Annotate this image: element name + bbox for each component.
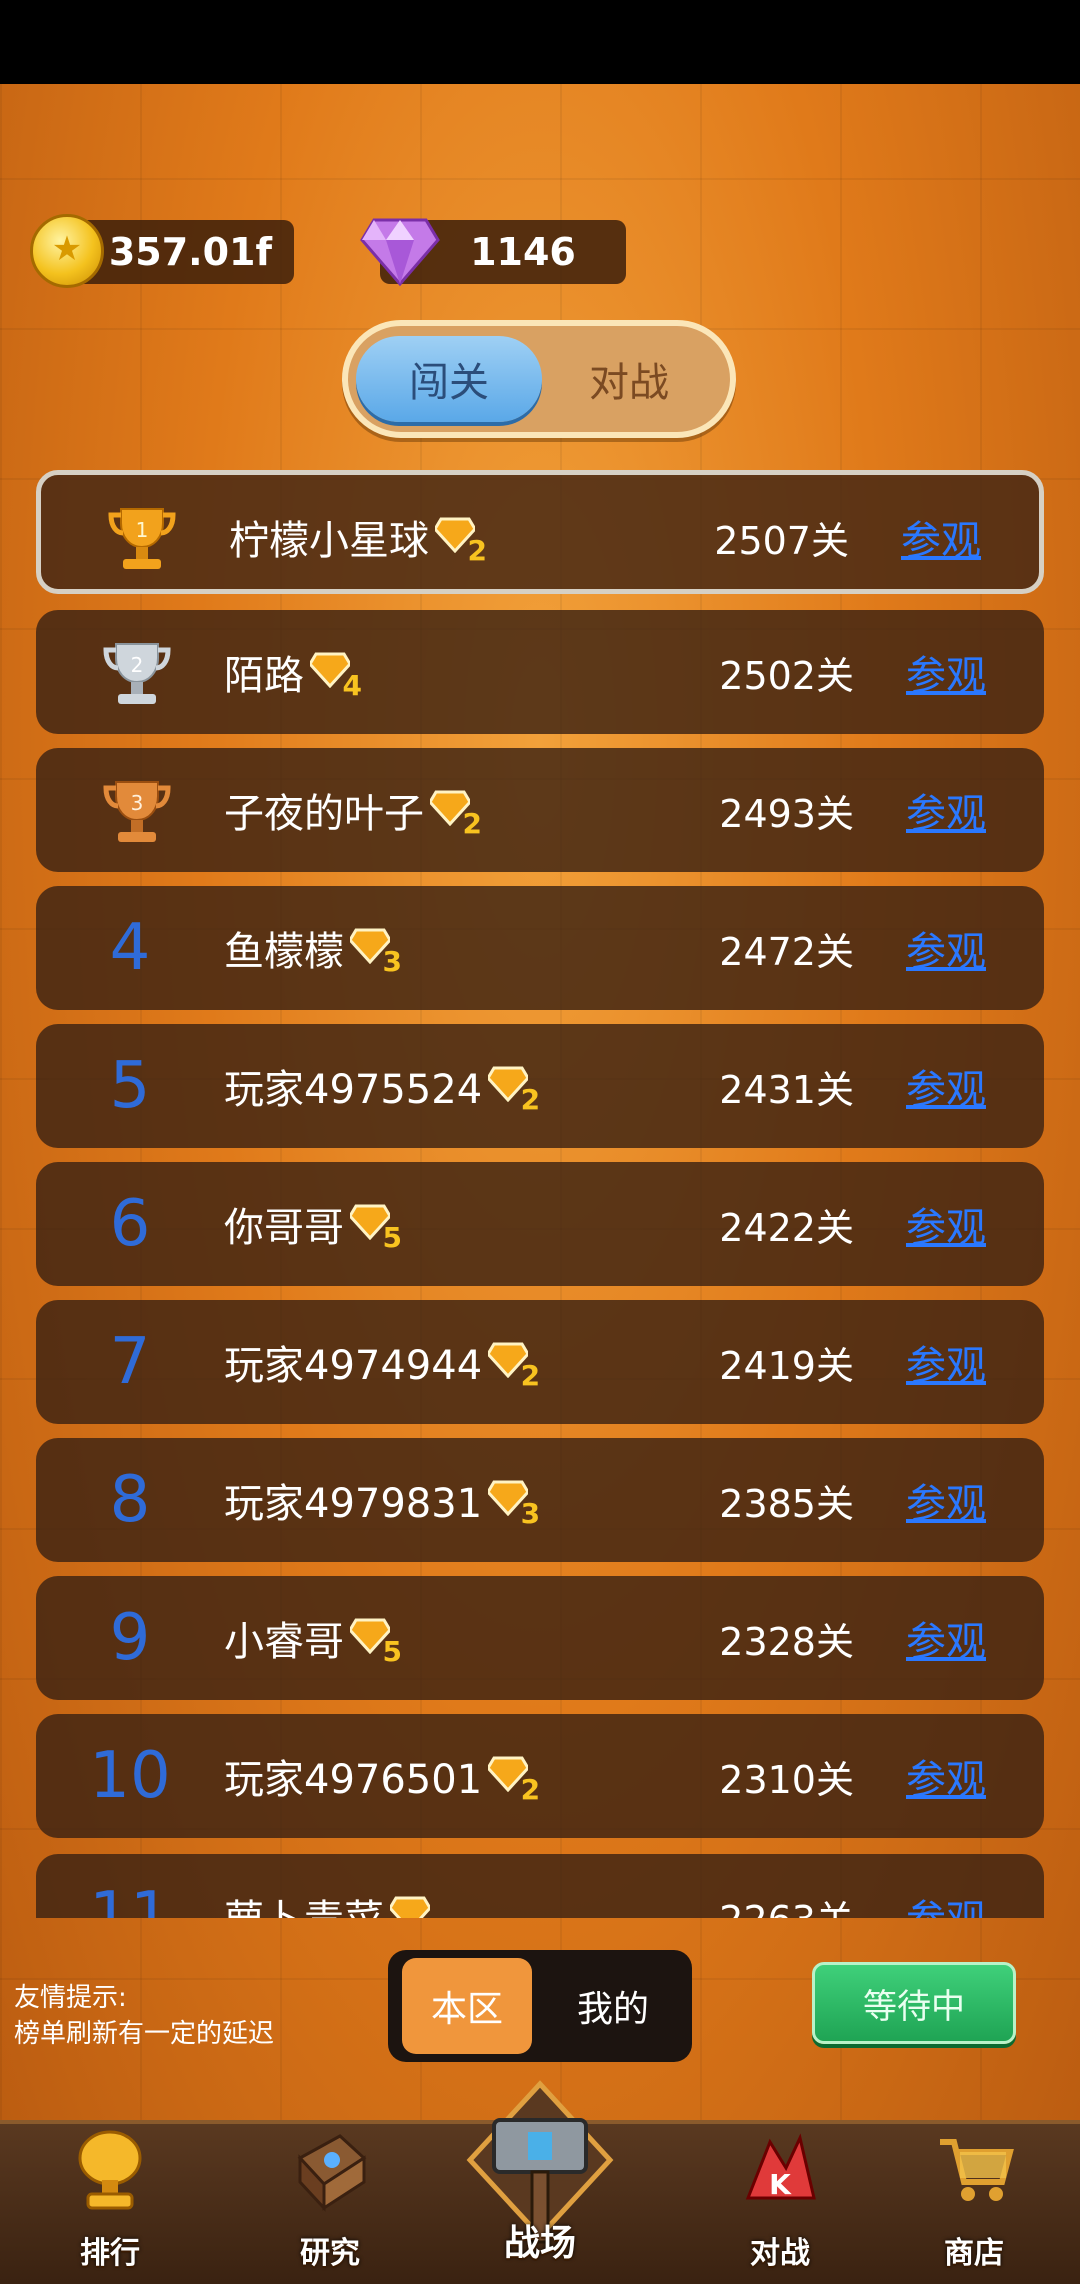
visit-link[interactable]: 参观 [906, 748, 986, 872]
vip-badge-icon: 2 [435, 513, 487, 567]
svg-text:K: K [769, 2168, 792, 2201]
level-count: 2431关 [719, 1067, 854, 1112]
visit-link[interactable]: 参观 [906, 1854, 986, 1918]
vip-badge-icon: 4 [310, 648, 362, 702]
vip-badge-icon: 3 [488, 1476, 540, 1530]
nav-rank[interactable]: 排行 [30, 2124, 190, 2284]
coin-icon [30, 214, 104, 288]
level-count: 2263关 [719, 1854, 854, 1919]
ranking-row: 7 玩家4974944 2 2419关 参观 [36, 1300, 1044, 1424]
player-name: 玩家4979831 3 [224, 1438, 540, 1562]
player-name: 小睿哥 5 [224, 1576, 402, 1700]
visit-link[interactable]: 参观 [906, 1438, 986, 1562]
rank-number: 9 [109, 1601, 151, 1675]
player-name: 萝卜青菜 2 [224, 1854, 442, 1918]
vip-badge-icon: 5 [350, 1200, 402, 1254]
ranking-row: 8 玩家4979831 3 2385关 参观 [36, 1438, 1044, 1562]
ranking-row: 2 陌路 4 2502关 参观 [36, 610, 1044, 734]
rank-number: 8 [109, 1463, 151, 1537]
level-count: 2493关 [719, 791, 854, 836]
rank-number: 5 [109, 1049, 151, 1123]
ranking-row: 6 你哥哥 5 2422关 参观 [36, 1162, 1044, 1286]
diamond-icon [360, 218, 440, 287]
level-count: 2507关 [714, 518, 849, 563]
visit-link[interactable]: 参观 [906, 1300, 986, 1424]
svg-text:3: 3 [131, 791, 144, 815]
cart-icon [940, 2139, 1014, 2201]
nav-battlefield[interactable]: 战场 [460, 2080, 620, 2280]
coin-amount: 357.01f [108, 230, 272, 274]
book-icon [297, 2134, 367, 2212]
player-name: 玩家4974944 2 [224, 1300, 540, 1424]
visit-link[interactable]: 参观 [906, 886, 986, 1010]
ranking-row: 9 小睿哥 5 2328关 参观 [36, 1576, 1044, 1700]
rank-number: 7 [109, 1325, 151, 1399]
vip-badge-icon: 2 [488, 1338, 540, 1392]
player-name: 柠檬小星球 2 [229, 475, 487, 599]
tab-battle[interactable]: 对战 [536, 336, 722, 422]
nav-shop[interactable]: 商店 [894, 2124, 1054, 2284]
pvp-icon: K [745, 2133, 816, 2201]
level-count: 2422关 [719, 1205, 854, 1250]
level-count: 2502关 [719, 653, 854, 698]
ranking-row: 10 玩家4976501 2 2310关 参观 [36, 1714, 1044, 1838]
bronze-trophy-icon: 3 [103, 781, 171, 842]
player-name: 陌路 4 [224, 610, 362, 734]
ranking-row: 3 子夜的叶子 2 2493关 参观 [36, 748, 1044, 872]
visit-link[interactable]: 参观 [906, 1162, 986, 1286]
silver-trophy-icon: 2 [103, 643, 171, 704]
visit-link[interactable]: 参观 [906, 1024, 986, 1148]
visit-link[interactable]: 参观 [901, 475, 981, 599]
level-count: 2310关 [719, 1757, 854, 1802]
tab-stages[interactable]: 闯关 [356, 336, 542, 422]
player-name: 你哥哥 5 [224, 1162, 402, 1286]
vip-badge-icon: 2 [488, 1752, 540, 1806]
vip-badge-icon: 2 [488, 1062, 540, 1116]
scope-toggle: 本区 我的 [388, 1950, 692, 2062]
ranking-list[interactable]: 1 柠檬小星球 2 2507关 参观 2 陌路 4 2502关 参观 3 子夜的… [0, 470, 1080, 1918]
ranking-row: 5 玩家4975524 2 2431关 参观 [36, 1024, 1044, 1148]
visit-link[interactable]: 参观 [906, 610, 986, 734]
svg-text:1: 1 [136, 518, 149, 542]
tab-this-server[interactable]: 本区 [402, 1958, 532, 2054]
tip-text: 友情提示: 榜单刷新有一定的延迟 [14, 1983, 275, 2049]
gem-amount: 1146 [470, 230, 576, 274]
level-count: 2472关 [719, 929, 854, 974]
svg-text:2: 2 [131, 653, 144, 677]
nav-research[interactable]: 研究 [250, 2124, 410, 2284]
vip-badge-icon: 3 [350, 924, 402, 978]
visit-link[interactable]: 参观 [906, 1576, 986, 1700]
rank-number: 11 [89, 1879, 171, 1918]
gold-trophy-icon: 1 [108, 508, 176, 569]
player-name: 玩家4975524 2 [224, 1024, 540, 1148]
visit-link[interactable]: 参观 [906, 1714, 986, 1838]
level-count: 2419关 [719, 1343, 854, 1388]
tab-mine[interactable]: 我的 [548, 1958, 678, 2054]
trophy-icon [78, 2130, 142, 2210]
player-name: 鱼檬檬 3 [224, 886, 402, 1010]
rank-number: 4 [109, 911, 151, 985]
player-name: 玩家4976501 2 [224, 1714, 540, 1838]
mode-toggle: 闯关 对战 [342, 320, 736, 438]
rank-number: 6 [109, 1187, 151, 1261]
vip-badge-icon: 2 [390, 1892, 442, 1918]
vip-badge-icon: 5 [350, 1614, 402, 1668]
ranking-row: 1 柠檬小星球 2 2507关 参观 [36, 470, 1044, 594]
status-bar [0, 0, 1080, 84]
rank-number: 10 [89, 1739, 171, 1813]
waiting-button[interactable]: 等待中 [812, 1962, 1016, 2044]
vip-badge-icon: 2 [430, 786, 482, 840]
level-count: 2328关 [719, 1619, 854, 1664]
level-count: 2385关 [719, 1481, 854, 1526]
ranking-row: 4 鱼檬檬 3 2472关 参观 [36, 886, 1044, 1010]
ranking-row: 11 萝卜青菜 2 2263关 参观 [36, 1854, 1044, 1918]
nav-pvp[interactable]: K 对战 [700, 2124, 860, 2284]
player-name: 子夜的叶子 2 [224, 748, 482, 872]
